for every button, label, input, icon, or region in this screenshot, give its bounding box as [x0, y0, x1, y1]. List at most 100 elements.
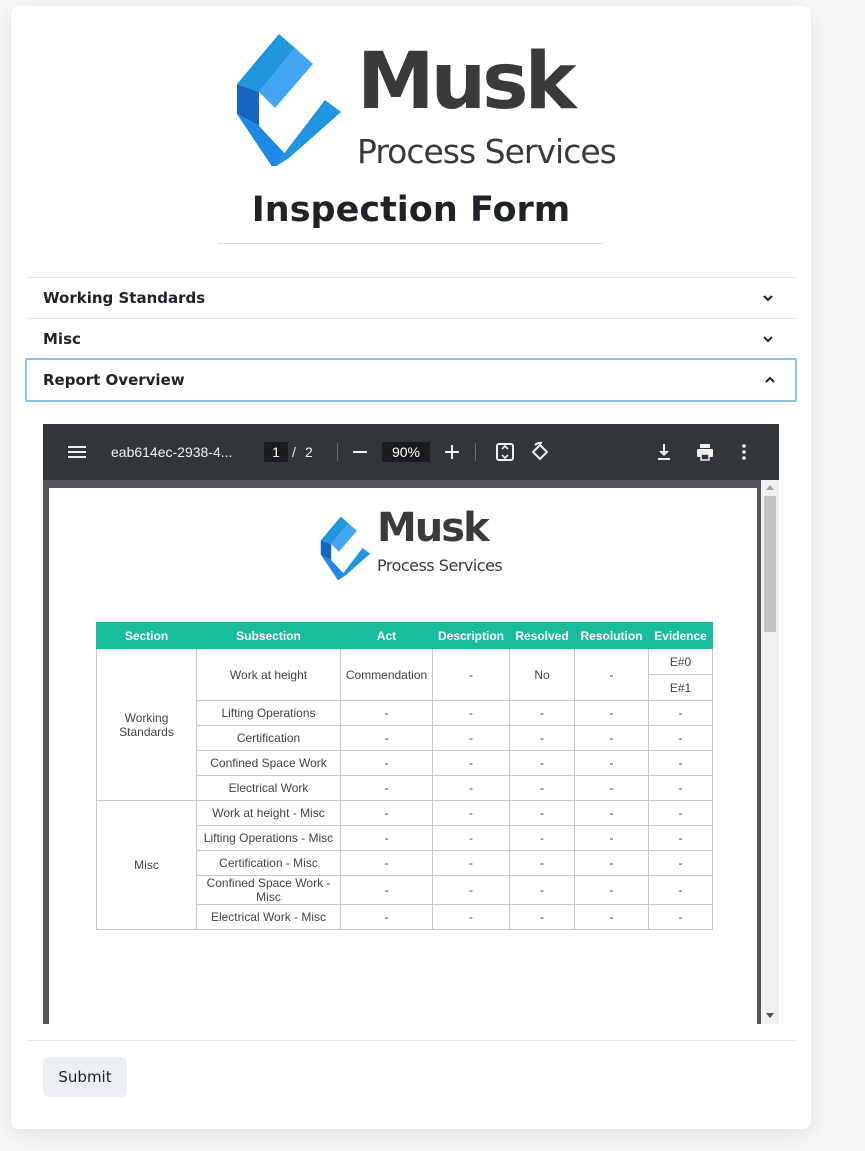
accordion-label: Working Standards — [43, 289, 206, 307]
report-table-body: Working Standards Work at height Commendat… — [96, 648, 713, 930]
resolution-cell: - — [574, 825, 649, 851]
act-cell: - — [340, 750, 433, 776]
page-separator: / — [292, 444, 296, 460]
pdf-scrollbar[interactable] — [761, 480, 779, 1024]
act-cell: Commendation — [340, 648, 433, 701]
description-cell: - — [432, 725, 510, 751]
description-cell: - — [432, 825, 510, 851]
description-cell: - — [432, 800, 510, 826]
act-cell: - — [340, 775, 433, 801]
footer-divider — [27, 1040, 795, 1041]
section-cell: Working Standards — [96, 648, 197, 801]
zoom-out-icon[interactable] — [348, 440, 372, 464]
accordion-working-standards[interactable]: Working Standards — [27, 277, 795, 318]
act-cell: - — [340, 850, 433, 876]
accordion-misc[interactable]: Misc — [27, 318, 795, 359]
menu-icon[interactable] — [65, 440, 89, 464]
subsection-cell: Work at height - Misc — [196, 800, 341, 826]
toolbar-divider — [337, 443, 338, 461]
description-cell: - — [432, 700, 510, 726]
table-header-row: Section Subsection Act Description Resol… — [96, 622, 713, 649]
resolved-cell: - — [509, 750, 575, 776]
evidence-cell: - — [648, 850, 713, 876]
resolved-cell: - — [509, 850, 575, 876]
act-cell: - — [340, 875, 433, 905]
evidence-cell: - — [648, 825, 713, 851]
column-header: Resolved — [509, 622, 575, 649]
description-cell: - — [432, 850, 510, 876]
subsection-cell: Certification - Misc — [196, 850, 341, 876]
resolution-cell: - — [574, 775, 649, 801]
pdf-viewer[interactable]: eab614ec-2938-4... 1 / 2 90% Musk Proces… — [43, 424, 779, 1024]
brand-name: Musk — [357, 37, 576, 127]
evidence-cell: - — [648, 775, 713, 801]
submit-button[interactable]: Submit — [43, 1057, 127, 1097]
report-table: Section Subsection Act Description Resol… — [96, 622, 713, 930]
download-icon[interactable] — [652, 440, 676, 464]
evidence-cell: E#0 — [648, 648, 713, 675]
subsection-cell: Electrical Work - Misc — [196, 904, 341, 930]
subsection-cell: Confined Space Work - Misc — [196, 875, 341, 905]
zoom-level-input[interactable]: 90% — [382, 442, 430, 462]
table-row: Working Standards Work at height Commendat… — [96, 648, 713, 801]
fit-page-icon[interactable] — [493, 440, 517, 464]
more-icon[interactable] — [732, 440, 756, 464]
column-header: Resolution — [574, 622, 649, 649]
description-cell: - — [432, 775, 510, 801]
resolution-cell: - — [574, 850, 649, 876]
evidence-cell: - — [648, 800, 713, 826]
act-cell: - — [340, 800, 433, 826]
column-header: Section — [96, 622, 197, 649]
resolution-cell: - — [574, 648, 649, 701]
rotate-icon[interactable] — [528, 440, 552, 464]
resolution-cell: - — [574, 875, 649, 905]
report-brand-subtitle: Process Services — [377, 556, 503, 575]
scrollbar-thumb[interactable] — [764, 496, 776, 632]
act-cell: - — [340, 904, 433, 930]
page-total: 2 — [305, 444, 313, 460]
pdf-page: Musk Process Services Section Subsection… — [49, 488, 757, 1024]
pdf-filename: eab614ec-2938-4... — [111, 444, 233, 460]
pdf-toolbar: eab614ec-2938-4... 1 / 2 90% — [43, 424, 779, 480]
subsection-cell: Lifting Operations — [196, 700, 341, 726]
page-number-input[interactable]: 1 — [264, 442, 288, 462]
brand-subtitle: Process Services — [357, 132, 617, 171]
accordion-label: Misc — [43, 330, 81, 348]
resolved-cell: - — [509, 700, 575, 726]
act-cell: - — [340, 700, 433, 726]
resolution-cell: - — [574, 904, 649, 930]
report-brand-name: Musk — [377, 505, 490, 551]
brand-logo: Musk Process Services — [229, 28, 619, 171]
subsection-cell: Confined Space Work — [196, 750, 341, 776]
resolved-cell: - — [509, 904, 575, 930]
resolution-cell: - — [574, 750, 649, 776]
act-cell: - — [340, 825, 433, 851]
table-row: Misc Work at height - Misc - - - - - — [96, 800, 713, 930]
resolved-cell: - — [509, 875, 575, 905]
act-cell: - — [340, 725, 433, 751]
toolbar-divider — [475, 443, 476, 461]
resolution-cell: - — [574, 725, 649, 751]
chevron-down-icon — [763, 336, 773, 343]
print-icon[interactable] — [693, 440, 717, 464]
evidence-cell: - — [648, 700, 713, 726]
subsection-cell: Lifting Operations - Misc — [196, 825, 341, 851]
report-logo: Musk Process Services — [317, 502, 507, 592]
evidence-cell: - — [648, 750, 713, 776]
zoom-in-icon[interactable] — [440, 440, 464, 464]
column-header: Subsection — [196, 622, 341, 649]
description-cell: - — [432, 648, 510, 701]
accordion-report-overview[interactable]: Report Overview — [25, 358, 797, 402]
column-header: Act — [340, 622, 433, 649]
column-header: Description — [432, 622, 510, 649]
resolved-cell: - — [509, 800, 575, 826]
scroll-down-icon[interactable] — [766, 1013, 774, 1018]
scroll-up-icon[interactable] — [766, 485, 774, 490]
subsection-cell: Electrical Work — [196, 775, 341, 801]
section-cell: Misc — [96, 800, 197, 930]
resolution-cell: - — [574, 700, 649, 726]
subsection-cell: Work at height — [196, 648, 341, 701]
evidence-cell: E#1 — [648, 674, 713, 701]
accordion-label: Report Overview — [43, 371, 185, 389]
evidence-cell: - — [648, 875, 713, 905]
